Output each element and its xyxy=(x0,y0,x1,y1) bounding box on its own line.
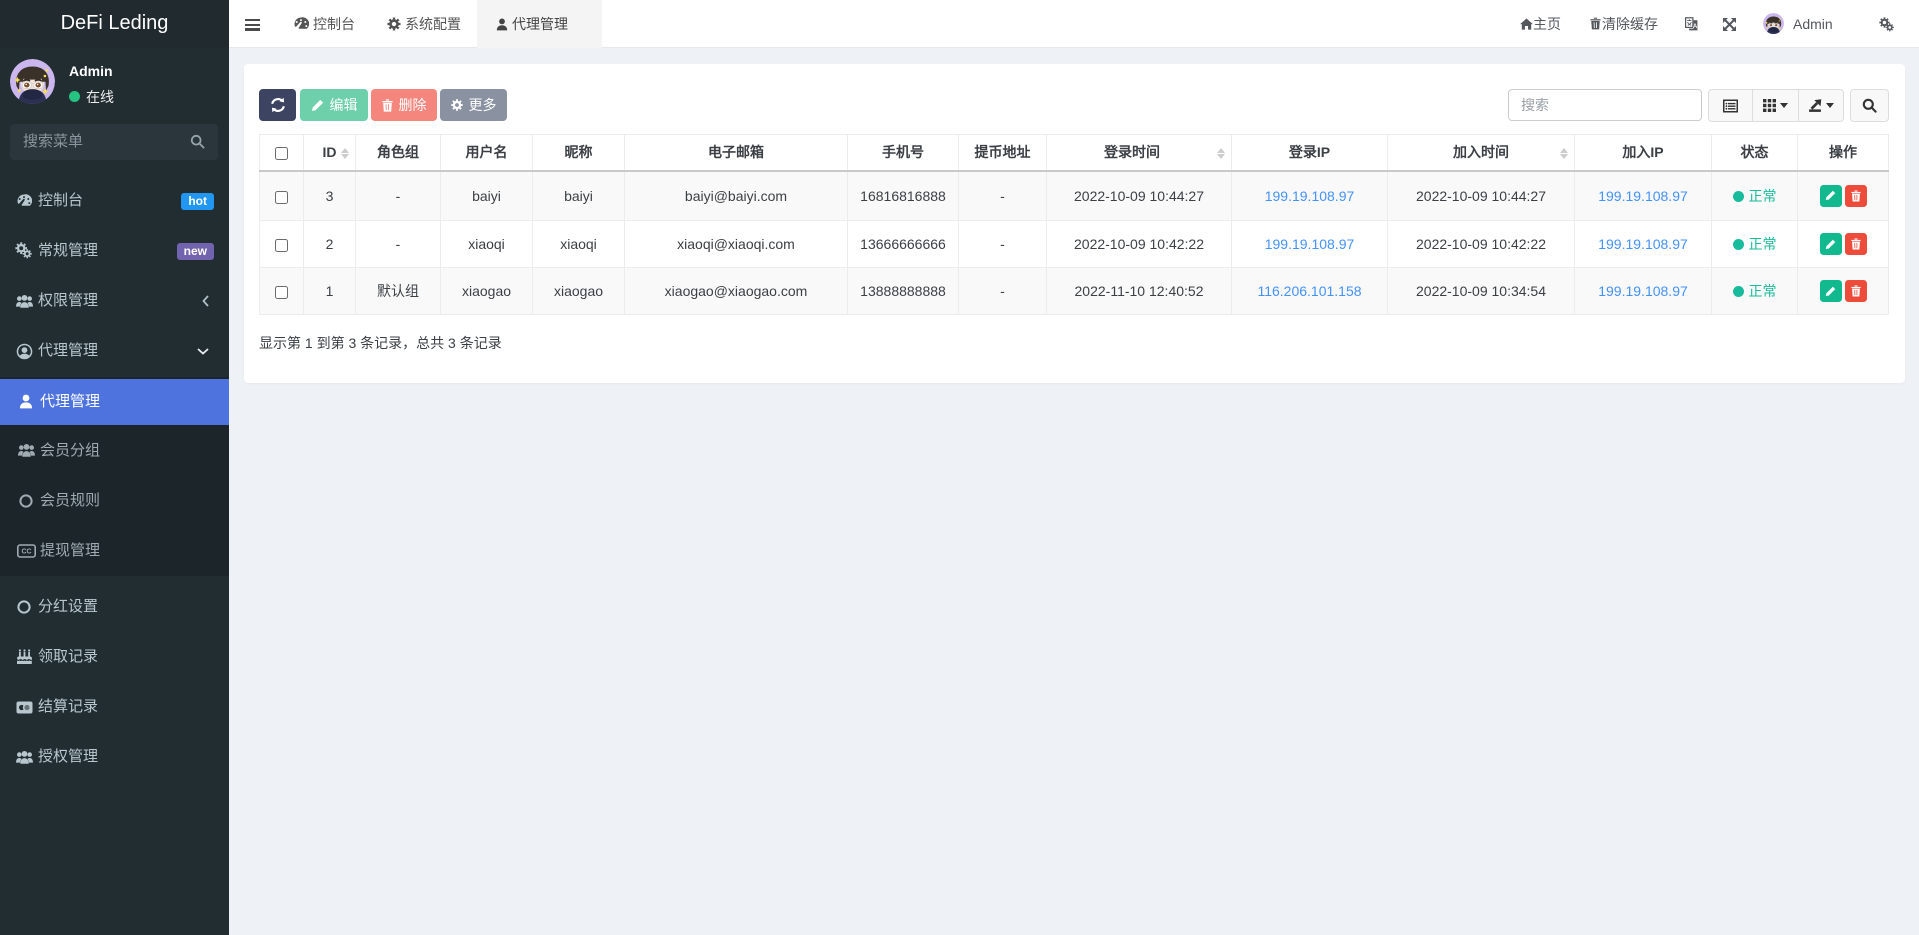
svg-text:CC: CC xyxy=(21,549,31,556)
svg-text:A: A xyxy=(1693,24,1698,30)
